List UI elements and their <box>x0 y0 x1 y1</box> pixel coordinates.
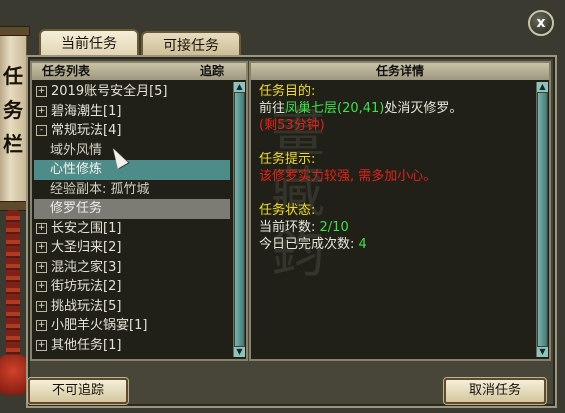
quest-label: 碧海潮生[1] <box>51 103 122 119</box>
status-heading: 任务状态: <box>259 203 316 218</box>
quest-detail-header: 任务详情 <box>251 63 549 80</box>
quest-label: 心性修炼 <box>50 162 103 177</box>
scroll-rod-top <box>0 26 30 36</box>
expand-icon[interactable]: + <box>36 86 47 97</box>
quest-group-row[interactable]: + 长安之围[1] <box>34 219 230 239</box>
hint-text: 该修罗实力较强, 需多加小心。 <box>259 169 437 184</box>
quest-detail-title: 任务详情 <box>375 64 424 78</box>
quest-group-row[interactable]: + 碧海潮生[1] <box>34 102 230 122</box>
quest-list: +2019账号安全月[5] + 碧海潮生[1] - 常规玩法[4] 域外风情 心性修炼 经验副… <box>34 82 230 355</box>
quest-label: 街坊玩法[2] <box>51 279 122 294</box>
quest-label: 经验副本: 孤竹城 <box>50 181 150 197</box>
completed-value: 4 <box>358 237 367 252</box>
expand-icon[interactable]: + <box>36 105 47 117</box>
scrollbar-thumb[interactable] <box>235 93 244 346</box>
goal-heading: 任务目的: <box>259 84 316 99</box>
expand-icon[interactable]: + <box>36 261 47 273</box>
quest-label: 小肥羊火锅宴[1] <box>51 318 148 333</box>
scroll-down-arrow[interactable]: ▼ <box>234 347 245 357</box>
decorative-knot <box>0 355 26 395</box>
scroll-title: 任务栏 <box>3 64 23 156</box>
quest-label: 挑战玩法[5] <box>51 298 122 314</box>
goal-time-remaining: (剩53分钟) <box>259 118 325 133</box>
scroll-up-arrow[interactable]: ▲ <box>234 82 245 92</box>
quest-group-row[interactable]: - 常规玩法[4] <box>34 121 230 141</box>
goal-prefix: 前往 <box>259 101 286 116</box>
decorative-scroll: 任务栏 <box>0 26 30 211</box>
quest-group-row[interactable]: + 街坊玩法[2] <box>34 277 230 297</box>
expand-icon[interactable]: + <box>36 222 47 234</box>
completed-label: 今日已完成次数: <box>259 237 359 252</box>
quest-group-row[interactable]: + 小肥羊火锅宴[1] <box>34 316 230 336</box>
quest-label: 域外风情 <box>50 142 103 158</box>
quest-row[interactable]: 域外风情 <box>34 141 230 161</box>
goal-place-link[interactable]: 凤巢七层(20,41) <box>285 101 384 116</box>
hint-heading: 任务提示: <box>259 152 316 167</box>
expand-icon[interactable]: + <box>36 281 47 292</box>
untrack-button[interactable]: 不可追踪 <box>28 378 128 404</box>
quest-label: 长安之围[1] <box>51 220 122 236</box>
rounds-value: 2/10 <box>319 220 349 235</box>
quest-list-title: 任务列表 <box>42 64 91 78</box>
detail-scrollbar-thumb[interactable] <box>538 93 547 346</box>
expand-icon[interactable]: + <box>36 339 47 351</box>
completed-line: 今日已完成次数: 4 <box>259 236 529 253</box>
detail-scroll-down-arrow[interactable]: ▼ <box>537 347 548 357</box>
cancel-quest-button[interactable]: 取消任务 <box>444 378 546 404</box>
quest-group-row[interactable]: + 其他任务[1] <box>34 336 230 356</box>
close-button[interactable]: x <box>528 10 554 36</box>
goal-line: 前往凤巢七层(20,41)处消灭修罗。 <box>259 100 529 117</box>
quest-label: 2019账号安全月[5] <box>51 84 168 99</box>
rounds-label: 当前环数: <box>259 220 320 235</box>
collapse-icon[interactable]: - <box>36 125 47 136</box>
detail-scrollbar[interactable]: ▲ ▼ <box>536 82 548 357</box>
expand-icon[interactable]: + <box>36 320 47 331</box>
quest-detail-body: 任务目的: 前往凤巢七层(20,41)处消灭修罗。 (剩53分钟) 任务提示: … <box>259 83 529 253</box>
goal-suffix: 处消灭修罗。 <box>384 101 463 116</box>
track-column-label: 追踪 <box>199 64 224 78</box>
quest-row[interactable]: 经验副本: 孤竹城 <box>34 180 230 200</box>
expand-icon[interactable]: + <box>36 242 47 253</box>
quest-list-panel: 任务列表 追踪 +2019账号安全月[5] + 碧海潮生[1] - 常规玩法[4] 域外风… <box>30 61 248 361</box>
quest-group-row[interactable]: +2019账号安全月[5] <box>34 82 230 102</box>
expand-icon[interactable]: + <box>36 300 47 312</box>
quest-label: 大圣归来[2] <box>51 240 122 255</box>
detail-scroll-up-arrow[interactable]: ▲ <box>537 82 548 92</box>
quest-row[interactable]: 修罗任务 <box>34 199 230 219</box>
quest-list-scrollbar[interactable]: ▲ ▼ <box>233 82 245 357</box>
quest-row[interactable]: 心性修炼 <box>34 160 230 180</box>
quest-label: 其他任务[1] <box>51 337 122 353</box>
quest-label: 常规玩法[4] <box>51 123 122 138</box>
rounds-line: 当前环数: 2/10 <box>259 219 529 236</box>
quest-list-header: 任务列表 追踪 <box>32 63 246 80</box>
quest-detail-panel: 任务详情 畫藏鈞 任务目的: 前往凤巢七层(20,41)处消灭修罗。 (剩53分… <box>249 61 551 361</box>
quest-label: 混沌之家[3] <box>51 259 122 275</box>
quest-group-row[interactable]: + 挑战玩法[5] <box>34 297 230 317</box>
quest-group-row[interactable]: + 混沌之家[3] <box>34 258 230 278</box>
quest-group-row[interactable]: + 大圣归来[2] <box>34 238 230 258</box>
quest-label: 修罗任务 <box>50 201 103 216</box>
